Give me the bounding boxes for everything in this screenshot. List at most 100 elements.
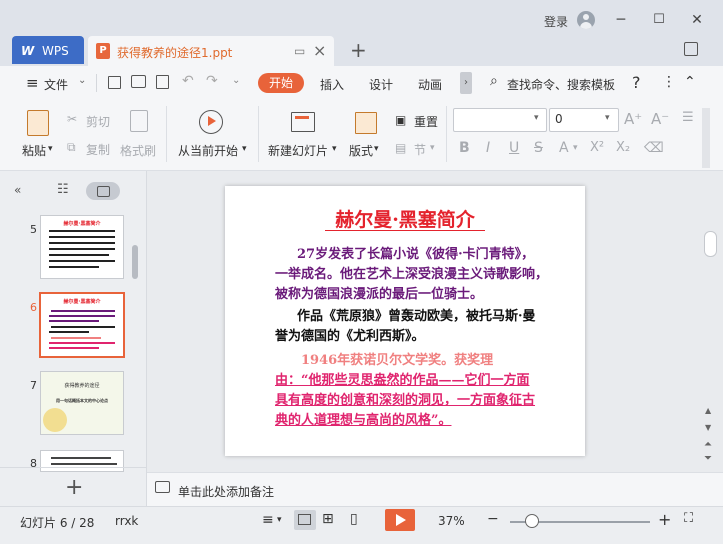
add-slide-button[interactable]: + — [65, 475, 83, 500]
layout-icon[interactable] — [355, 112, 377, 134]
prev-slide-icon[interactable]: ⏶ — [704, 439, 712, 450]
canvas-scrollbar[interactable] — [704, 231, 717, 257]
ribbon-scrollbar[interactable] — [702, 108, 710, 168]
next-slide-icon[interactable]: ⏷ — [704, 453, 712, 464]
new-slide-button[interactable]: 新建幻灯片 — [268, 142, 328, 159]
reset-button[interactable]: 重置 — [414, 113, 438, 130]
italic-button[interactable]: I — [486, 140, 490, 156]
slide-text-line[interactable]: 作品《荒原狼》曾轰动欧美，被托马斯·曼 — [297, 307, 536, 327]
strikethrough-button[interactable]: S — [534, 140, 543, 156]
file-menu-chevron-icon[interactable]: ⌄ — [78, 75, 86, 86]
decrease-font-icon[interactable]: A⁻ — [651, 110, 669, 128]
superscript-button[interactable]: X² — [590, 140, 604, 155]
reset-icon[interactable]: ▣ — [395, 113, 406, 127]
paste-chevron-icon[interactable]: ▾ — [48, 144, 53, 154]
tab-design[interactable]: 设计 — [369, 76, 393, 93]
slides-panel-scrollbar[interactable] — [132, 245, 138, 279]
copy-button[interactable]: 复制 — [86, 141, 110, 158]
current-slide[interactable]: 赫尔曼·黑塞简介 27岁发表了长篇小说《彼得·卡门青特》， 一举成名。他在艺术上… — [225, 186, 585, 456]
minimize-button[interactable]: ─ — [613, 12, 629, 28]
tab-layout-icon[interactable] — [684, 42, 698, 56]
menu-scroll-arrow[interactable]: › — [460, 72, 472, 94]
slide-text-line[interactable]: 一举成名。他在艺术上深受浪漫主义诗歌影响， — [275, 265, 548, 285]
font-color-button[interactable]: A — [559, 140, 569, 156]
command-search[interactable]: 查找命令、搜索模板 — [507, 76, 615, 93]
bold-button[interactable]: B — [459, 140, 470, 156]
new-tab-button[interactable]: + — [350, 38, 367, 62]
monitor-icon[interactable]: ▭ — [294, 44, 305, 58]
slideshow-play-button[interactable] — [385, 509, 415, 531]
slide-sorter-icon[interactable]: ⊞ — [322, 511, 334, 527]
copy-icon[interactable]: ⧉ — [67, 140, 76, 155]
login-link[interactable]: 登录 — [544, 13, 568, 30]
fit-window-icon[interactable]: ⛶ — [684, 511, 693, 526]
text-wrap-icon[interactable]: ☰ — [682, 110, 694, 125]
section-icon[interactable]: ▤ — [395, 141, 406, 155]
font-name-combo[interactable]: ▾ — [453, 108, 547, 132]
print-preview-icon[interactable] — [156, 75, 169, 89]
save-icon[interactable] — [108, 76, 121, 89]
play-chevron-icon[interactable]: ▾ — [242, 144, 247, 154]
new-slide-icon[interactable] — [291, 112, 315, 132]
notes-toggle-chevron-icon[interactable]: ▾ — [277, 515, 282, 525]
reading-view-icon[interactable]: ▯ — [350, 511, 358, 527]
notes-bar[interactable]: 单击此处添加备注 — [147, 472, 723, 507]
zoom-slider-knob[interactable] — [525, 514, 539, 528]
wps-home-tab[interactable]: W WPS — [12, 36, 84, 64]
underline-button[interactable]: U — [509, 140, 519, 156]
tab-start[interactable]: 开始 — [258, 73, 304, 93]
zoom-out-button[interactable]: − — [487, 511, 499, 527]
collapse-panel-icon[interactable]: « — [14, 183, 21, 197]
normal-view-button[interactable] — [294, 510, 316, 530]
outline-view-icon[interactable]: ☷ — [57, 182, 69, 197]
section-button[interactable]: 节 — [414, 141, 426, 158]
close-window-button[interactable]: ✕ — [689, 12, 705, 28]
scroll-down-icon[interactable]: ▼ — [705, 423, 711, 432]
new-slide-chevron-icon[interactable]: ▾ — [332, 144, 337, 154]
format-painter-icon[interactable] — [130, 110, 148, 132]
section-chevron-icon[interactable]: ▾ — [430, 143, 435, 153]
undo-icon[interactable]: ↶ — [182, 73, 194, 89]
layout-button[interactable]: 版式 — [349, 142, 373, 159]
scroll-up-icon[interactable]: ▲ — [705, 406, 711, 415]
slide-thumbnail-5[interactable]: 赫尔曼·黑塞简介 — [40, 215, 124, 279]
slide-title[interactable]: 赫尔曼·黑塞简介 — [225, 205, 585, 232]
close-tab-icon[interactable]: × — [313, 41, 326, 60]
paste-icon[interactable] — [27, 110, 49, 136]
slide-thumbnail-6[interactable]: 赫尔曼·黑塞简介 — [39, 292, 125, 358]
font-color-chevron-icon[interactable]: ▾ — [573, 143, 578, 153]
cut-button[interactable]: 剪切 — [86, 113, 110, 130]
slide-text-line[interactable]: 典的人道理想与高尚的风格”。 — [275, 411, 451, 431]
document-tab[interactable]: P 获得教养的途径1.ppt ▭ × — [88, 36, 334, 66]
increase-font-icon[interactable]: A⁺ — [624, 110, 642, 128]
help-icon[interactable]: ? — [632, 73, 641, 92]
clear-format-icon[interactable]: ⌫ — [644, 140, 664, 156]
search-icon[interactable]: ⌕ — [490, 73, 498, 89]
format-painter-button[interactable]: 格式刷 — [120, 142, 156, 159]
more-options-icon[interactable]: ⋮ — [662, 74, 676, 90]
file-menu[interactable]: 文件 — [44, 76, 68, 93]
slide-text-line[interactable]: 27岁发表了长篇小说《彼得·卡门青特》， — [297, 245, 534, 265]
collapse-ribbon-icon[interactable]: ⌃ — [684, 74, 696, 90]
more-quick-chevron-icon[interactable]: ⌄ — [232, 75, 240, 86]
font-name-chevron-icon[interactable]: ▾ — [534, 113, 539, 123]
layout-chevron-icon[interactable]: ▾ — [374, 144, 379, 154]
subscript-button[interactable]: X₂ — [616, 140, 630, 155]
slide-text-line[interactable]: 被称为德国浪漫派的最后一位骑士。 — [275, 285, 483, 305]
zoom-in-button[interactable]: + — [658, 510, 671, 529]
print-icon[interactable] — [131, 75, 146, 88]
slide-text-line[interactable]: 1946年获诺贝尔文学奖。获奖理 — [301, 351, 493, 371]
hamburger-icon[interactable]: ≡ — [26, 74, 39, 92]
slide-text-line[interactable]: 誉为德国的《尤利西斯》。 — [275, 327, 425, 347]
slide-thumbnail-7[interactable]: 获得教养的途径 用一句话概括本文的中心论点 — [40, 371, 124, 435]
font-size-chevron-icon[interactable]: ▾ — [605, 113, 610, 123]
zoom-level[interactable]: 37% — [438, 514, 465, 528]
maximize-button[interactable]: ☐ — [651, 12, 667, 28]
slide-thumbnail-8[interactable] — [40, 450, 124, 472]
font-size-combo[interactable]: 0 ▾ — [549, 108, 619, 132]
avatar-icon[interactable] — [577, 11, 595, 29]
play-from-current-button[interactable]: 从当前开始 — [178, 142, 238, 159]
slide-text-line[interactable]: 由：“他那些灵思盎然的作品——它们一方面 — [275, 371, 529, 391]
notes-toggle-icon[interactable]: ≡ — [262, 512, 274, 528]
thumbnail-view-toggle[interactable] — [86, 182, 120, 200]
